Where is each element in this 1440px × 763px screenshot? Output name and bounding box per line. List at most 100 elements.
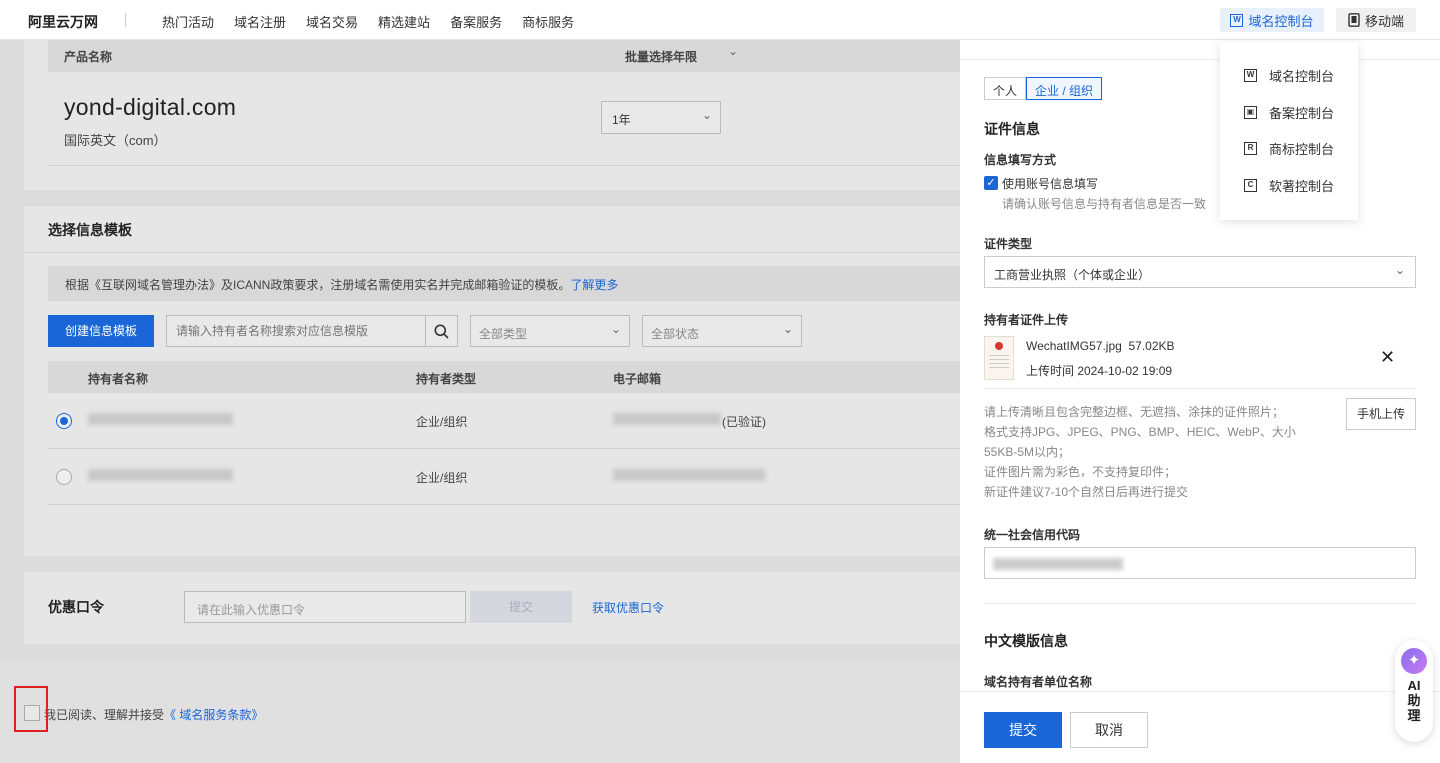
close-icon[interactable]: ✕ xyxy=(1380,348,1395,366)
year-select[interactable]: 1年 ⌄ xyxy=(601,101,721,134)
col-product-name: 产品名称 xyxy=(64,50,113,64)
template-notice-text: 根据《互联网域名管理办法》及ICANN政策要求，注册域名需使用实名并完成邮箱验证… xyxy=(65,278,571,292)
row-radio-selected[interactable] xyxy=(56,413,72,429)
file-size: 57.02KB xyxy=(1128,339,1175,353)
type-filter-value: 全部类型 xyxy=(479,327,528,341)
credit-code-redacted xyxy=(993,558,1123,570)
domain-console-button[interactable]: W 域名控制台 xyxy=(1220,8,1324,32)
menu-item-icp-console[interactable]: ▣ 备案控制台 xyxy=(1244,103,1334,122)
cn-template-title: 中文模版信息 xyxy=(984,633,1068,649)
chevron-down-icon: ⌄ xyxy=(701,108,712,122)
domain-name: yond-digital.com xyxy=(64,94,237,120)
menu-item-copyright-console[interactable]: C 软著控制台 xyxy=(1244,176,1334,195)
divider xyxy=(24,252,960,253)
upload-time: 上传时间 2024-10-02 19:09 xyxy=(1026,364,1173,378)
col-batch-period: 批量选择年限 xyxy=(625,50,698,64)
agreement-label: 我已阅读、理解并接受 xyxy=(44,708,165,722)
domain-type: 国际英文（com） xyxy=(64,133,167,148)
coupon-submit-button[interactable]: 提交 xyxy=(470,591,572,623)
cert-type-label: 证件类型 xyxy=(984,237,1033,251)
ai-assistant-button[interactable]: ✦ AI 助 理 xyxy=(1395,640,1433,742)
chevron-down-icon: ⌄ xyxy=(610,322,621,336)
col-holder-type: 持有者类型 xyxy=(416,372,477,386)
upload-tip: 请上传清晰且包含完整边框、无遮挡、涂抹的证件照片； xyxy=(984,405,1285,419)
template-section-title: 选择信息模板 xyxy=(48,222,132,238)
agreement-bar: 我已阅读、理解并接受《 域名服务条款》 xyxy=(0,661,960,763)
status-filter-select[interactable]: 全部状态 ⌄ xyxy=(642,315,802,347)
coupon-label: 优惠口令 xyxy=(48,599,104,615)
cancel-button[interactable]: 取消 xyxy=(1070,712,1148,748)
divider xyxy=(48,165,960,166)
holder-type-tabs: 个人 企业 / 组织 xyxy=(984,77,1103,100)
checkbox-highlight xyxy=(14,686,48,732)
get-coupon-link[interactable]: 获取优惠口令 xyxy=(592,599,664,616)
upload-tip: 新证件建议7-10个自然日后再进行提交 xyxy=(984,485,1189,499)
top-nav: 阿里云万网 热门活动 域名注册 域名交易 精选建站 备案服务 商标服务 W 域名… xyxy=(0,0,1440,40)
tab-personal[interactable]: 个人 xyxy=(984,77,1027,100)
trademark-console-icon: R xyxy=(1244,142,1257,155)
holder-search-input[interactable] xyxy=(167,316,419,346)
upload-tip: 55KB-5M以内； xyxy=(984,445,1071,459)
phone-upload-button[interactable]: 手机上传 xyxy=(1346,398,1416,430)
menu-item-label: 域名控制台 xyxy=(1269,69,1335,84)
coupon-input[interactable]: 请在此输入优惠口令 xyxy=(184,591,466,623)
email-redacted xyxy=(613,413,721,425)
file-info: WechatIMG57.jpg 57.02KB xyxy=(1026,339,1175,353)
template-card: 选择信息模板 根据《互联网域名管理办法》及ICANN政策要求，注册域名需使用实名… xyxy=(24,206,960,556)
holder-name-redacted xyxy=(88,413,233,425)
menu-item-label: 备案控制台 xyxy=(1269,106,1335,121)
nav-links: 热门活动 域名注册 域名交易 精选建站 备案服务 商标服务 xyxy=(162,12,574,31)
create-template-button[interactable]: 创建信息模板 xyxy=(48,315,154,347)
menu-item-label: 软著控制台 xyxy=(1269,179,1335,194)
menu-item-domain-console[interactable]: W 域名控制台 xyxy=(1244,66,1334,85)
type-filter-select[interactable]: 全部类型 ⌄ xyxy=(470,315,630,347)
credit-code-label: 统一社会信用代码 xyxy=(984,528,1081,542)
file-name: WechatIMG57.jpg xyxy=(1026,339,1122,353)
email-redacted xyxy=(613,469,765,481)
holder-type: 企业/组织 xyxy=(416,471,468,485)
terms-link[interactable]: 《 域名服务条款》 xyxy=(164,708,263,722)
cert-type-value: 工商营业执照（个体或企业） xyxy=(994,268,1151,282)
divider xyxy=(984,603,1416,604)
upload-label: 持有者证件上传 xyxy=(984,313,1069,327)
agreement-text: 我已阅读、理解并接受《 域名服务条款》 xyxy=(44,706,263,723)
menu-item-trademark-console[interactable]: R 商标控制台 xyxy=(1244,139,1334,158)
copyright-console-icon: C xyxy=(1244,179,1257,192)
product-card: 产品名称 批量选择年限 ⌄ yond-digital.com 国际英文（com）… xyxy=(24,40,960,190)
use-account-tip: 请确认账号信息与持有者信息是否一致 xyxy=(1002,197,1207,211)
use-account-checkbox[interactable]: ✓ xyxy=(984,176,998,190)
upload-tips: 请上传清晰且包含完整边框、无遮挡、涂抹的证件照片； 格式支持JPG、JPEG、P… xyxy=(984,402,1304,502)
table-row[interactable]: 企业/组织 (已验证) xyxy=(48,393,960,449)
nav-link-trade[interactable]: 域名交易 xyxy=(306,12,358,31)
submit-button[interactable]: 提交 xyxy=(984,712,1062,748)
menu-item-label: 商标控制台 xyxy=(1269,142,1335,157)
template-notice: 根据《互联网域名管理办法》及ICANN政策要求，注册域名需使用实名并完成邮箱验证… xyxy=(48,266,960,301)
sparkle-icon: ✦ xyxy=(1401,648,1427,674)
nav-divider xyxy=(125,13,126,27)
cert-type-select[interactable]: 工商营业执照（个体或企业） ⌄ xyxy=(984,256,1416,288)
domain-console-icon: W xyxy=(1244,69,1257,82)
upload-tip: 格式支持JPG、JPEG、PNG、BMP、HEIC、WebP、大小 xyxy=(984,425,1296,439)
chevron-down-icon[interactable]: ⌄ xyxy=(728,44,738,58)
cert-thumbnail[interactable] xyxy=(984,336,1014,380)
search-button[interactable] xyxy=(425,316,457,346)
row-radio[interactable] xyxy=(56,469,72,485)
tab-organization[interactable]: 企业 / 组织 xyxy=(1026,77,1103,100)
phone-icon xyxy=(1348,13,1360,27)
nav-link-register[interactable]: 域名注册 xyxy=(234,12,286,31)
credit-code-input[interactable] xyxy=(984,547,1416,579)
learn-more-link[interactable]: 了解更多 xyxy=(570,278,618,292)
nav-link-icp[interactable]: 备案服务 xyxy=(450,12,502,31)
nav-link-site[interactable]: 精选建站 xyxy=(378,12,430,31)
holder-info-panel: 个人 企业 / 组织 证件信息 信息填写方式 ✓ 使用账号信息填写 请确认账号信… xyxy=(960,40,1440,763)
table-row[interactable]: 企业/组织 xyxy=(48,449,960,505)
chevron-down-icon: ⌄ xyxy=(1394,263,1405,277)
coupon-card: 优惠口令 请在此输入优惠口令 提交 获取优惠口令 xyxy=(24,572,960,644)
year-select-value: 1年 xyxy=(612,113,631,127)
divider xyxy=(984,388,1416,389)
site-logo[interactable]: 阿里云万网 xyxy=(28,12,98,32)
nav-link-hot[interactable]: 热门活动 xyxy=(162,12,214,31)
mobile-button[interactable]: 移动端 xyxy=(1336,8,1416,32)
ai-label-3: 理 xyxy=(1407,708,1421,723)
nav-link-trademark[interactable]: 商标服务 xyxy=(522,12,574,31)
